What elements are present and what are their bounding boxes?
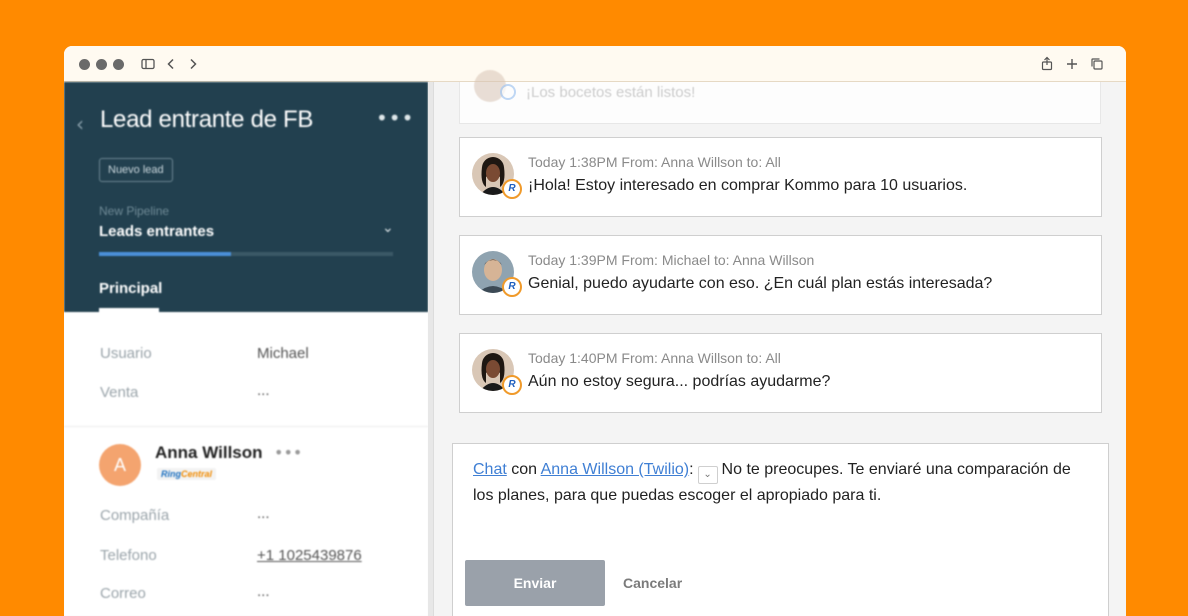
pipeline-stage-select[interactable]: Leads entrantes	[99, 223, 214, 240]
field-label-venta: Venta	[100, 384, 139, 401]
lead-tag[interactable]: Nuevo lead	[99, 158, 173, 182]
message-text: Genial, puedo ayudarte con eso. ¿En cuál…	[528, 275, 993, 292]
lead-card-panel: ‹ Lead entrante de FB ••• Nuevo lead New…	[64, 82, 428, 616]
contact-more-icon[interactable]: •••	[274, 443, 302, 462]
message-meta: Today 1:38PM From: Anna Willson to: All	[528, 154, 781, 170]
field-label-usuario: Usuario	[100, 345, 152, 362]
message-text: Aún no estoy segura... podrías ayudarme?	[528, 373, 831, 390]
message-text: ¡Hola! Estoy interesado en comprar Kommo…	[528, 177, 968, 194]
browser-window: ‹ Lead entrante de FB ••• Nuevo lead New…	[64, 46, 1126, 616]
lead-header: ‹ Lead entrante de FB ••• Nuevo lead New…	[64, 82, 428, 312]
message-card[interactable]: R Today 1:39PM From: Michael to: Anna Wi…	[459, 235, 1102, 315]
message-meta: Today 1:39PM From: Michael to: Anna Will…	[528, 252, 815, 268]
conversation-panel: ¡Los bocetos están listos! R Today 1:38P…	[434, 70, 1126, 616]
field-value-usuario[interactable]: Michael	[257, 345, 309, 362]
chevron-down-icon[interactable]: ⌄	[382, 220, 394, 236]
cancel-button[interactable]: Cancelar	[623, 560, 682, 606]
field-value-compania[interactable]: ...	[257, 505, 270, 522]
recipient-link[interactable]: Anna Willson (Twilio)	[541, 461, 689, 478]
chat-type-link[interactable]: Chat	[473, 461, 507, 478]
sidebar-toggle-icon[interactable]	[139, 55, 157, 73]
share-icon[interactable]	[1038, 55, 1056, 73]
field-value-telefono[interactable]: +1 1025439876	[257, 547, 362, 564]
ringcentral-badge-icon: R	[502, 277, 522, 297]
forward-nav-icon[interactable]	[184, 55, 202, 73]
field-value-correo[interactable]: ...	[257, 583, 270, 600]
field-label-correo: Correo	[100, 585, 146, 602]
lead-more-icon[interactable]: •••	[376, 106, 414, 130]
field-label-telefono: Telefono	[100, 547, 157, 564]
lead-title: Lead entrante de FB	[100, 106, 314, 133]
composer-colon: :	[689, 461, 694, 478]
window-minimize-dot[interactable]	[96, 59, 107, 70]
back-nav-icon[interactable]	[162, 55, 180, 73]
tabs-overview-icon[interactable]	[1088, 55, 1106, 73]
back-chevron-icon[interactable]: ‹	[76, 112, 84, 136]
ringcentral-badge-icon: R	[502, 179, 522, 199]
chevron-down-icon[interactable]: ⌄	[697, 466, 718, 484]
field-value-venta[interactable]: ...	[257, 382, 270, 399]
field-label-compania: Compañía	[100, 507, 170, 524]
tab-active-indicator	[99, 308, 159, 312]
section-divider	[64, 426, 428, 427]
message-card[interactable]: R Today 1:40PM From: Anna Willson to: Al…	[459, 333, 1102, 413]
pipeline-label: New Pipeline	[99, 204, 170, 218]
faded-message-text: ¡Los bocetos están listos!	[526, 84, 696, 101]
composer-con-label: con	[511, 461, 538, 478]
ringcentral-badge-icon: R	[502, 375, 522, 395]
window-zoom-dot[interactable]	[113, 59, 124, 70]
messenger-badge-icon	[500, 84, 516, 100]
faded-message: ¡Los bocetos están listos!	[459, 70, 1101, 124]
message-meta: Today 1:40PM From: Anna Willson to: All	[528, 350, 781, 366]
send-button[interactable]: Enviar	[465, 560, 605, 606]
contact-name[interactable]: Anna Willson	[155, 443, 263, 463]
composer-text[interactable]: Chat con Anna Willson (Twilio): ⌄ No te pr…	[473, 458, 1093, 508]
contact-avatar: A	[99, 444, 141, 486]
new-tab-icon[interactable]	[1063, 55, 1081, 73]
pipeline-progress-fill	[99, 252, 232, 256]
ringcentral-logo: RingCentral	[157, 468, 217, 480]
window-close-dot[interactable]	[79, 59, 90, 70]
message-composer[interactable]: Chat con Anna Willson (Twilio): ⌄ No te pr…	[452, 443, 1109, 616]
tab-principal[interactable]: Principal	[99, 280, 162, 297]
message-card[interactable]: R Today 1:38PM From: Anna Willson to: Al…	[459, 137, 1102, 217]
pipeline-progress-bar	[99, 252, 393, 256]
browser-titlebar	[64, 46, 1126, 82]
